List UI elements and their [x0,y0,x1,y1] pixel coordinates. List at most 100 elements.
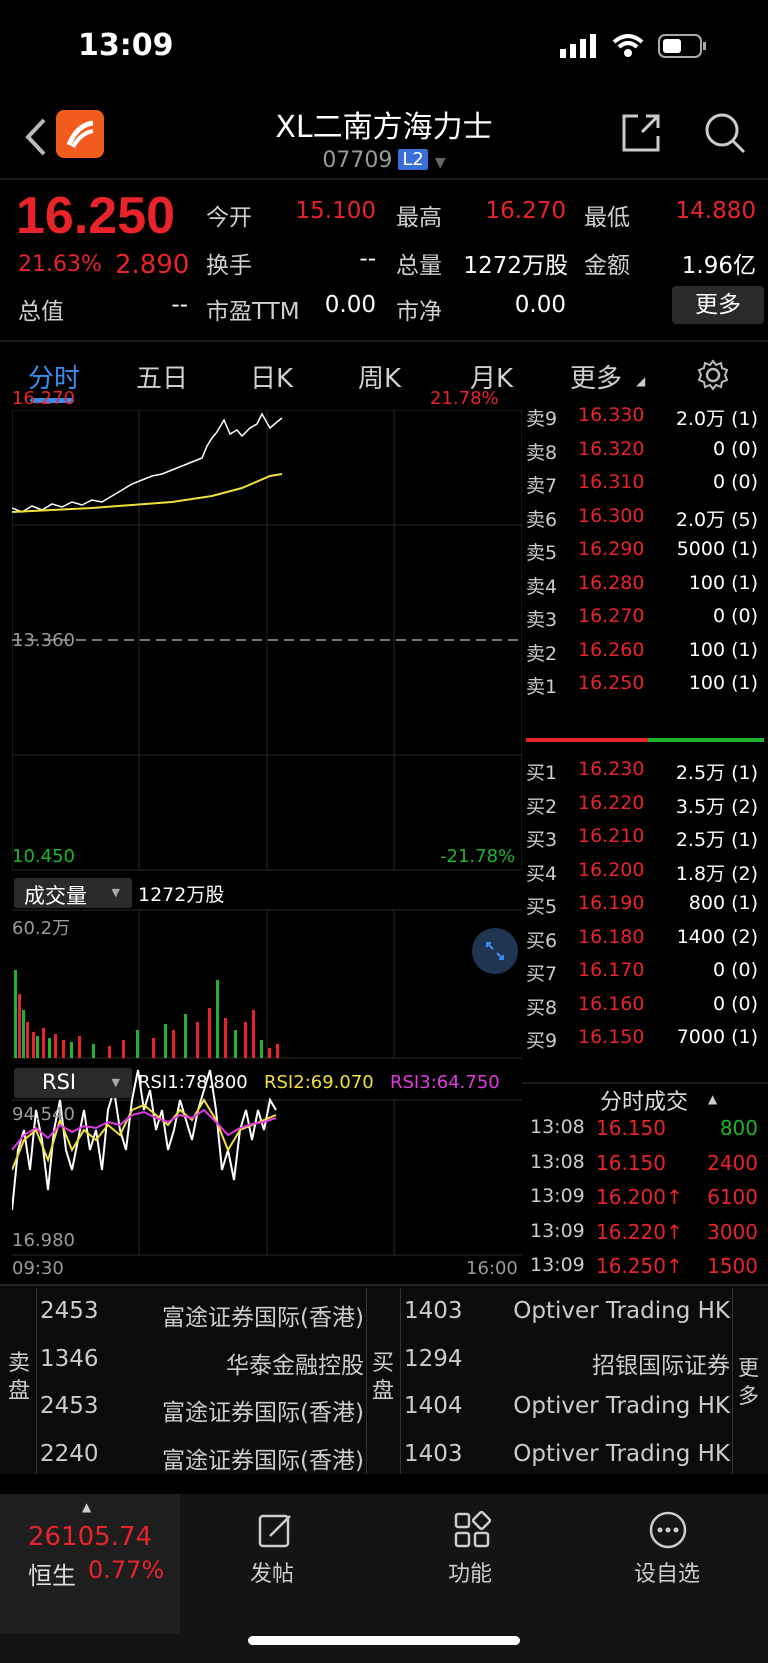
total-value: -- [171,292,188,318]
expand-chart-button[interactable] [472,928,518,974]
high-value: 16.270 [485,198,566,224]
tick-qty: 800 [719,1116,758,1140]
sell-broker-id: 2453 [40,1298,99,1324]
add-watchlist-button[interactable]: 设自选 [634,1556,700,1588]
tab-more[interactable]: 更多 [570,358,622,395]
bid-level-qty: 0 (0) [712,959,758,981]
bid-level-qty: 1.8万 (2) [675,862,758,885]
search-icon[interactable] [702,110,748,156]
volume-total: 1272万股 [138,884,225,906]
turnover-rate-value: -- [359,246,376,272]
tick-qty: 2400 [707,1150,758,1175]
rsi-top: 94.540 [12,1104,75,1125]
bid-level-price[interactable]: 16.150 [578,1026,644,1048]
buy-broker-label: 买盘 [372,1351,395,1404]
divider [400,1288,401,1474]
rsi-indicator-select[interactable]: RSI ▼ [14,1068,132,1098]
ask-level-label: 卖6 [526,508,558,531]
change-percent: 21.63% [18,252,102,277]
bid-level-label: 买4 [526,862,558,885]
bid-level-qty: 0 (0) [712,992,758,1015]
pe-label: 市盈TTM [206,299,300,325]
intraday-chart[interactable] [12,410,522,1280]
ask-level-price[interactable]: 16.260 [578,639,644,661]
turnover-rate-label: 换手 [206,253,252,279]
ask-level-qty: 0 (0) [712,605,758,627]
ask-level-price[interactable]: 16.310 [578,471,644,493]
sell-broker-name[interactable]: 富途证券国际(香港) [120,1393,364,1427]
tick-price: 16.200↑ [596,1185,683,1209]
divider [732,1288,733,1474]
tab-week-k[interactable]: 周K [358,358,401,395]
rsi-bottom: 16.980 [12,1230,75,1251]
total-value-label: 总值 [18,299,64,325]
bid-level-price[interactable]: 16.170 [578,959,644,981]
ask-level-price[interactable]: 16.300 [578,505,644,527]
volume-indicator-select[interactable]: 成交量 ▼ [14,878,132,908]
bid-level-price[interactable]: 16.230 [578,758,644,780]
more-quote-button[interactable]: 更多 [672,286,764,324]
amount-label: 金额 [584,253,630,279]
ask-bar [526,738,648,742]
ask-level-price[interactable]: 16.270 [578,605,644,627]
ask-level-label: 卖8 [526,441,558,464]
sell-broker-name[interactable]: 富途证券国际(香港) [120,1441,364,1475]
share-icon[interactable] [618,110,664,156]
dropdown-icon: ▼ [111,1076,120,1089]
ask-level-label: 卖2 [526,642,558,665]
tick-qty: 6100 [707,1185,758,1209]
tick-price: 16.150 [596,1150,666,1175]
ask-level-qty: 100 (1) [688,672,758,694]
bid-level-qty: 1400 (2) [676,925,758,948]
bid-level-qty: 800 (1) [688,892,758,914]
ask-level-label: 卖9 [526,408,558,430]
bid-level-label: 买7 [526,963,558,985]
ask-level-price[interactable]: 16.330 [578,404,644,426]
tick-qty: 1500 [707,1254,758,1278]
sell-broker-name[interactable]: 富途证券国际(香港) [120,1298,364,1332]
functions-button[interactable]: 功能 [448,1556,492,1588]
ticks-title[interactable]: 分时成交 [600,1084,688,1116]
ask-level-qty: 5000 (1) [676,538,758,560]
buy-broker-name[interactable]: Optiver Trading HK [470,1298,730,1324]
broker-more-button[interactable]: 更多 [738,1354,764,1410]
settings-gear-icon[interactable] [696,358,730,392]
tick-time: 13:09 [530,1185,585,1207]
bid-level-price[interactable]: 16.180 [578,926,644,948]
home-indicator [248,1636,520,1645]
bid-level-label: 买1 [526,762,558,784]
ask-level-price[interactable]: 16.290 [578,538,644,560]
sell-broker-name[interactable]: 华泰金融控股 [120,1346,364,1380]
post-button[interactable]: 发帖 [250,1556,294,1588]
rsi-label: RSI [42,1070,77,1094]
ask-level-price[interactable]: 16.320 [578,438,644,460]
rsi2-value: RSI2:69.070 [264,1072,374,1093]
tick-time: 13:09 [530,1254,585,1276]
average-price-line [12,473,283,513]
ask-level-qty: 100 (1) [688,571,758,594]
pb-label: 市净 [396,299,442,325]
buy-broker-name[interactable]: Optiver Trading HK [470,1441,730,1467]
stock-code: 07709 [322,148,393,173]
functions-icon[interactable] [452,1510,492,1550]
edit-post-icon[interactable] [256,1510,296,1550]
bid-level-price[interactable]: 16.220 [578,792,644,814]
buy-broker-name[interactable]: 招银国际证券 [470,1346,730,1380]
bid-level-price[interactable]: 16.210 [578,825,644,847]
more-caret-icon: ◢ [636,374,646,388]
chart-top-pct: 21.78% [430,388,499,409]
bid-level-label: 买6 [526,929,558,952]
bid-level-price[interactable]: 16.200 [578,859,644,881]
tab-day-k[interactable]: 日K [250,358,293,395]
ask-level-price[interactable]: 16.250 [578,672,644,694]
more-dots-icon[interactable] [648,1510,688,1550]
tab-five-day[interactable]: 五日 [136,358,188,395]
divider [366,1288,367,1474]
buy-broker-name[interactable]: Optiver Trading HK [470,1393,730,1419]
bid-level-price[interactable]: 16.190 [578,892,644,914]
ask-level-price[interactable]: 16.280 [578,572,644,594]
bid-level-price[interactable]: 16.160 [578,993,644,1015]
divider [36,1288,37,1474]
tick-price: 16.250↑ [596,1254,683,1278]
ask-level-qty: 0 (0) [712,437,758,460]
